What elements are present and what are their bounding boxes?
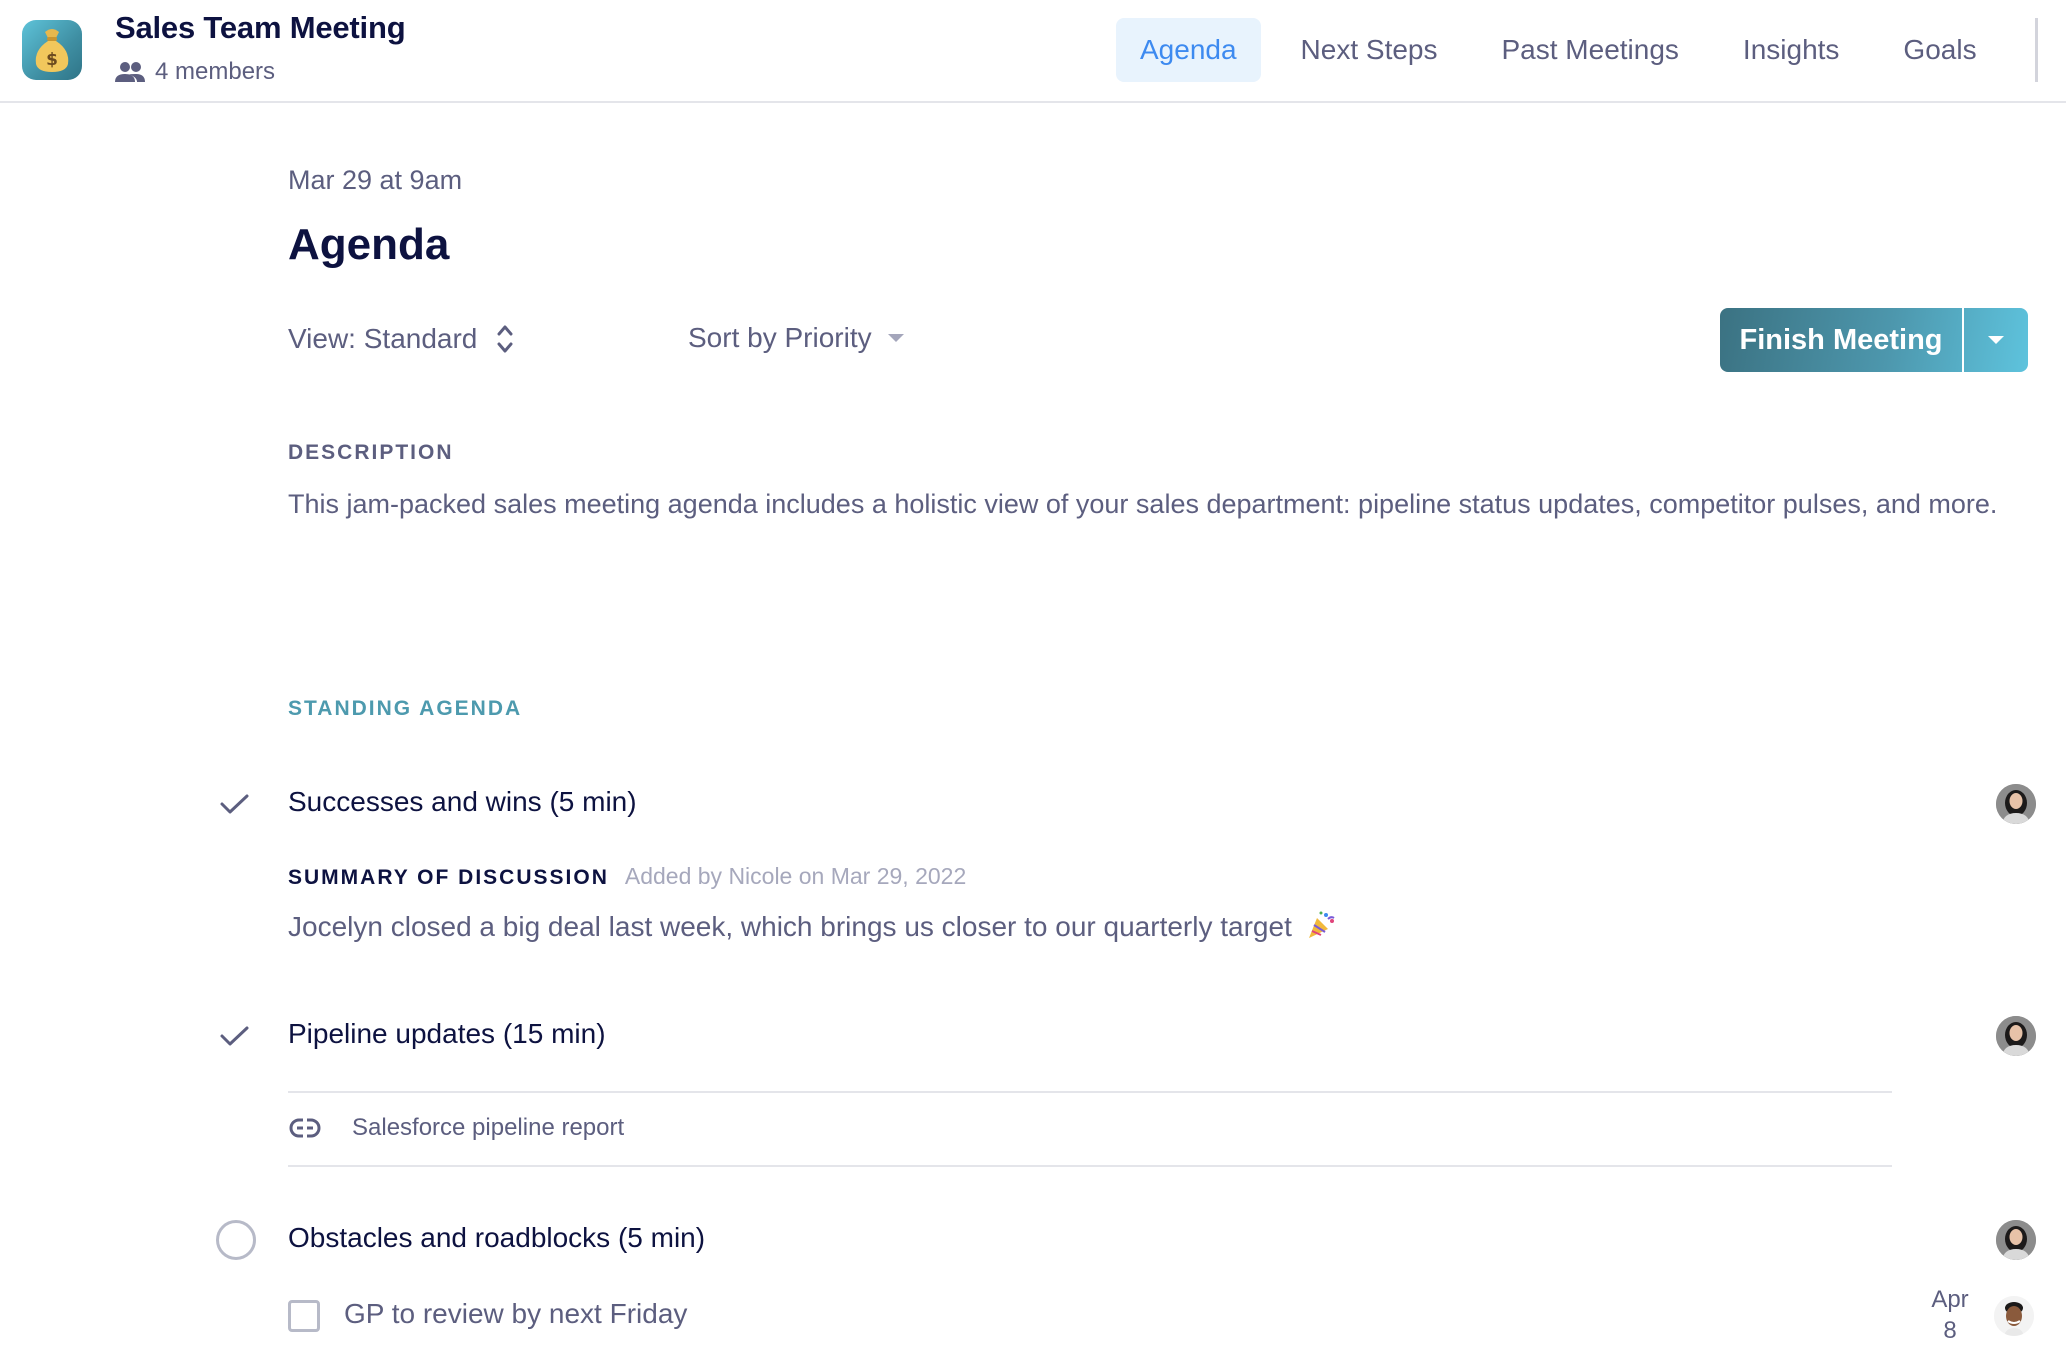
finish-options-dropdown-button[interactable] bbox=[1964, 308, 2028, 372]
complete-item-toggle[interactable] bbox=[216, 1220, 256, 1260]
svg-text:$: $ bbox=[46, 50, 58, 70]
members-label: 4 members bbox=[155, 58, 276, 85]
tab-past-meetings[interactable]: Past Meetings bbox=[1478, 18, 1703, 82]
owner-avatar[interactable] bbox=[1996, 1016, 2036, 1056]
owner-avatar[interactable] bbox=[1996, 1220, 2036, 1260]
people-icon bbox=[115, 62, 145, 82]
meeting-title: Sales Team Meeting bbox=[115, 10, 406, 45]
todo-checkbox[interactable] bbox=[288, 1300, 320, 1332]
link-icon bbox=[289, 1118, 321, 1138]
checkmark-icon[interactable] bbox=[218, 790, 252, 818]
agenda-item-title[interactable]: Successes and wins (5 min) bbox=[288, 786, 637, 818]
due-day: 8 bbox=[1943, 1317, 1957, 1344]
divider bbox=[288, 1091, 1892, 1093]
assignee-avatar[interactable] bbox=[1994, 1296, 2034, 1336]
due-month: Apr bbox=[1931, 1286, 1969, 1313]
money-bag-icon: $ bbox=[22, 20, 82, 80]
tab-next-steps[interactable]: Next Steps bbox=[1277, 18, 1462, 82]
view-label: View: Standard bbox=[288, 323, 478, 354]
chevron-up-down-icon bbox=[497, 325, 513, 353]
todo-due-date[interactable]: Apr 8 bbox=[1926, 1284, 1974, 1346]
avatar-woman-icon bbox=[1996, 784, 2036, 824]
link-label: Salesforce pipeline report bbox=[352, 1114, 625, 1141]
caret-down-icon bbox=[1988, 336, 2004, 344]
tab-goals[interactable]: Goals bbox=[1879, 18, 2000, 82]
todo-text[interactable]: GP to review by next Friday bbox=[344, 1298, 687, 1330]
agenda-item-title[interactable]: Obstacles and roadblocks (5 min) bbox=[288, 1222, 705, 1254]
avatar-woman-icon bbox=[1996, 1220, 2036, 1260]
description-text: This jam-packed sales meeting agenda inc… bbox=[288, 489, 1998, 519]
standing-agenda-label: STANDING AGENDA bbox=[288, 697, 523, 720]
divider bbox=[288, 1165, 1892, 1167]
members-count[interactable]: 4 members bbox=[115, 58, 275, 86]
summary-text-row[interactable]: Jocelyn closed a big deal last week, whi… bbox=[288, 910, 1336, 943]
attachment-link[interactable]: Salesforce pipeline report bbox=[288, 1114, 624, 1142]
summary-label: SUMMARY OF DISCUSSION bbox=[288, 866, 609, 889]
tab-agenda[interactable]: Agenda bbox=[1116, 18, 1261, 82]
sort-dropdown[interactable]: Sort by Priority bbox=[688, 322, 904, 354]
finish-meeting-split-button: Finish Meeting bbox=[1720, 308, 2028, 372]
description-label: DESCRIPTION bbox=[288, 441, 454, 464]
agenda-item-title[interactable]: Pipeline updates (15 min) bbox=[288, 1018, 606, 1050]
header-bar: $ Sales Team Meeting 4 members Agenda Ne… bbox=[0, 0, 2066, 103]
view-selector[interactable]: View: Standard bbox=[288, 322, 515, 356]
caret-down-icon bbox=[887, 334, 904, 342]
finish-meeting-button[interactable]: Finish Meeting bbox=[1720, 308, 1964, 372]
summary-text: Jocelyn closed a big deal last week, whi… bbox=[288, 911, 1292, 942]
tab-bar: Agenda Next Steps Past Meetings Insights… bbox=[1116, 18, 2017, 82]
meeting-date: Mar 29 at 9am bbox=[288, 165, 463, 195]
sort-label: Sort by Priority bbox=[688, 322, 872, 353]
checkmark-icon[interactable] bbox=[218, 1022, 252, 1050]
party-popper-icon bbox=[1308, 911, 1335, 938]
tab-insights[interactable]: Insights bbox=[1719, 18, 1864, 82]
avatar-woman-icon bbox=[1996, 1016, 2036, 1056]
avatar-man-icon bbox=[1994, 1296, 2034, 1336]
summary-meta: Added by Nicole on Mar 29, 2022 bbox=[624, 863, 967, 889]
owner-avatar[interactable] bbox=[1996, 784, 2036, 824]
discussion-summary-header: SUMMARY OF DISCUSSION Added by Nicole on… bbox=[288, 863, 966, 890]
tab-divider bbox=[2035, 18, 2038, 82]
page-title: Agenda bbox=[288, 220, 450, 269]
